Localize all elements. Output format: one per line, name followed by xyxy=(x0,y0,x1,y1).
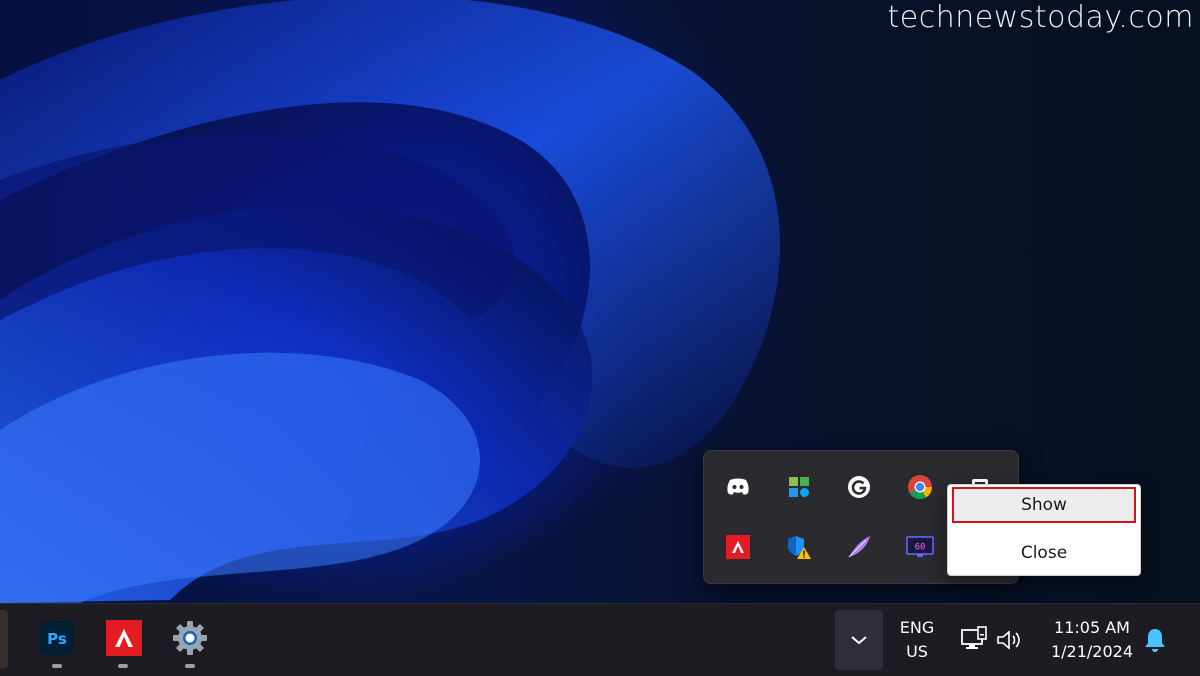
taskbar-app-store[interactable] xyxy=(0,610,8,668)
gear-icon xyxy=(173,621,207,655)
photoshop-icon: Ps xyxy=(40,621,74,655)
show-hidden-icons-button[interactable] xyxy=(835,610,883,670)
running-indicator xyxy=(52,664,62,668)
language-region: US xyxy=(906,642,928,661)
chevron-down-icon xyxy=(851,636,867,645)
amd-icon[interactable] xyxy=(724,533,752,561)
taskbar-app-amd[interactable] xyxy=(104,618,144,658)
running-indicator xyxy=(185,664,195,668)
taskbar-app-settings[interactable] xyxy=(170,618,210,658)
language-indicator[interactable]: ENG US xyxy=(893,616,941,664)
clock-time: 11:05 AM xyxy=(1054,618,1130,637)
svg-text:Ps: Ps xyxy=(47,630,67,648)
discord-icon[interactable] xyxy=(724,473,752,501)
microsoft-store-apps-icon[interactable] xyxy=(785,473,813,501)
close-menu-item[interactable]: Close xyxy=(952,535,1136,571)
svg-text:60: 60 xyxy=(915,543,926,553)
amd-icon xyxy=(106,620,142,656)
show-menu-item[interactable]: Show xyxy=(952,487,1136,523)
grammarly-icon[interactable] xyxy=(845,473,873,501)
fps-monitor-icon[interactable]: 60 xyxy=(906,533,934,561)
taskbar-app-photoshop[interactable]: Ps xyxy=(37,618,77,658)
watermark-text: technewstoday.com xyxy=(887,0,1194,35)
context-menu: Show Close xyxy=(947,484,1141,576)
windows-security-warning-icon[interactable] xyxy=(785,533,813,561)
running-indicator xyxy=(118,664,128,668)
chrome-icon[interactable] xyxy=(906,473,934,501)
language-code: ENG xyxy=(899,618,935,637)
store-icon xyxy=(0,622,10,656)
taskbar: Ps ENG US 11:05 AM 1/21/2024 xyxy=(0,603,1200,676)
clock[interactable]: 11:05 AM 1/21/2024 xyxy=(1040,616,1144,664)
clock-date: 1/21/2024 xyxy=(1050,642,1134,661)
network-icon[interactable] xyxy=(960,626,990,654)
feather-icon[interactable] xyxy=(845,533,873,561)
notification-bell-icon[interactable] xyxy=(1142,626,1168,654)
volume-icon[interactable] xyxy=(995,628,1023,652)
